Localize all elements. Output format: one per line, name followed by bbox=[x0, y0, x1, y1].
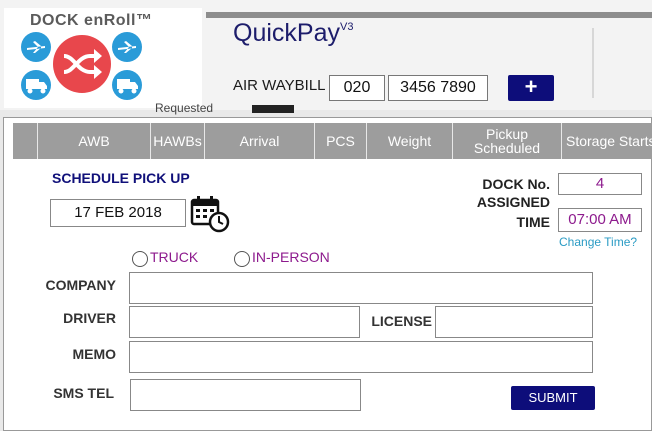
schedule-pickup-label: SCHEDULE PICK UP bbox=[52, 170, 190, 186]
column-header-storage-starts[interactable]: Storage Starts bbox=[561, 123, 652, 159]
pickup-time-field[interactable]: 07:00 AM bbox=[558, 208, 642, 232]
app-title: QuickPayV3 bbox=[233, 19, 353, 48]
memo-label: MEMO bbox=[72, 346, 116, 362]
column-header-awb[interactable]: AWB bbox=[37, 123, 150, 159]
airplane-icon bbox=[112, 32, 142, 62]
sms-tel-label: SMS TEL bbox=[53, 385, 114, 401]
table-header: AWB HAWBs Arrival PCS Weight Pickup Sche… bbox=[13, 123, 652, 159]
airplane-icon bbox=[21, 32, 51, 62]
waybill-number-field[interactable]: 3456 7890 bbox=[388, 75, 488, 101]
driver-label: DRIVER bbox=[63, 310, 116, 326]
driver-field[interactable] bbox=[129, 306, 360, 338]
table-header-blank bbox=[13, 123, 37, 159]
radio-in-person-label[interactable]: IN-PERSON bbox=[252, 249, 330, 265]
license-field[interactable] bbox=[435, 306, 593, 338]
column-header-arrival[interactable]: Arrival bbox=[204, 123, 314, 159]
truck-icon bbox=[112, 70, 142, 100]
license-label: LICENSE bbox=[371, 313, 432, 329]
submit-button[interactable]: SUBMIT bbox=[511, 386, 595, 410]
column-header-hawbs[interactable]: HAWBs bbox=[150, 123, 204, 159]
dock-number-field[interactable]: 4 bbox=[558, 173, 642, 195]
time-label: TIME bbox=[516, 214, 550, 230]
column-header-pcs[interactable]: PCS bbox=[314, 123, 366, 159]
radio-truck-label[interactable]: TRUCK bbox=[150, 249, 198, 265]
pickup-date-field[interactable]: 17 FEB 2018 bbox=[50, 199, 186, 227]
shuffle-icon bbox=[53, 35, 111, 93]
change-time-link[interactable]: Change Time? bbox=[559, 235, 637, 249]
calendar-clock-icon[interactable] bbox=[190, 195, 230, 233]
partial-requested-text: Requested bbox=[155, 101, 214, 115]
top-rule bbox=[206, 12, 652, 18]
add-waybill-button[interactable]: + bbox=[508, 75, 554, 101]
column-header-pickup-scheduled[interactable]: Pickup Scheduled bbox=[452, 123, 561, 159]
waybill-label: AIR WAYBILL bbox=[233, 77, 326, 94]
sms-tel-field[interactable] bbox=[130, 379, 361, 411]
truck-icon bbox=[21, 70, 51, 100]
memo-field[interactable] bbox=[129, 341, 593, 373]
radio-truck[interactable] bbox=[132, 251, 148, 267]
company-label: COMPANY bbox=[45, 277, 116, 293]
radio-in-person[interactable] bbox=[234, 251, 250, 267]
header-divider bbox=[592, 28, 594, 98]
dock-assigned-label: DOCK No. ASSIGNED bbox=[476, 176, 550, 210]
app-version: V3 bbox=[339, 21, 354, 33]
column-header-weight[interactable]: Weight bbox=[366, 123, 452, 159]
company-field[interactable] bbox=[129, 272, 593, 304]
logo-text: DOCK enRoll™ bbox=[30, 12, 153, 29]
app-title-text: QuickPay bbox=[233, 19, 340, 47]
partial-obscured-text bbox=[252, 105, 294, 113]
waybill-prefix-field[interactable]: 020 bbox=[329, 75, 385, 101]
